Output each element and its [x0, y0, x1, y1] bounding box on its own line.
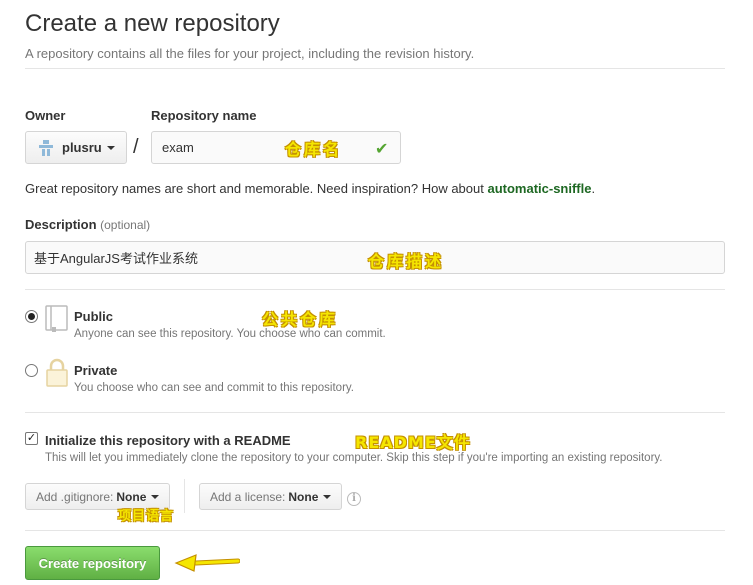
- description-value: 基于AngularJS考试作业系统: [34, 251, 198, 266]
- caret-down-icon: [106, 145, 115, 150]
- annotation-repo-name: 仓库名: [285, 140, 343, 159]
- divider: [184, 479, 185, 513]
- private-radio[interactable]: [25, 364, 38, 377]
- public-desc: Anyone can see this repository. You choo…: [74, 328, 386, 340]
- repo-name-value: exam: [162, 140, 194, 155]
- description-label-text: Description: [25, 217, 97, 232]
- owner-value: plusru: [62, 140, 102, 155]
- license-label: Add a license:: [210, 489, 286, 504]
- description-label: Description (optional): [25, 217, 150, 232]
- private-title: Private: [74, 363, 118, 378]
- readme-desc: This will let you immediately clone the …: [45, 452, 663, 464]
- owner-repo-separator: /: [133, 136, 139, 158]
- hint-suffix: .: [591, 181, 596, 196]
- owner-label: Owner: [25, 108, 66, 123]
- annotation-public: 公共仓库: [262, 310, 339, 329]
- caret-down-icon: [151, 494, 160, 499]
- optional-hint: (optional): [100, 218, 151, 232]
- page-subtitle: A repository contains all the files for …: [25, 46, 475, 61]
- readme-checkbox[interactable]: ✓: [25, 432, 38, 445]
- license-value: None: [288, 489, 319, 504]
- repo-book-icon: [45, 305, 68, 332]
- owner-select[interactable]: plusru: [25, 131, 127, 164]
- private-desc: You choose who can see and commit to thi…: [74, 382, 354, 394]
- check-icon: ✔: [375, 141, 389, 158]
- name-suggestion-link[interactable]: automatic-sniffle: [487, 181, 591, 196]
- gitignore-value: None: [116, 489, 147, 504]
- annotation-gitignore: 项目语言: [118, 509, 175, 524]
- divider: [25, 412, 725, 413]
- annotation-description: 仓库描述: [368, 252, 445, 271]
- arrow-left-icon: [174, 554, 240, 572]
- gitignore-label: Add .gitignore:: [36, 489, 114, 504]
- license-select[interactable]: Add a license: None: [199, 483, 343, 510]
- info-icon[interactable]: i: [347, 492, 361, 506]
- repo-name-hint: Great repository names are short and mem…: [25, 181, 595, 196]
- divider: [25, 68, 725, 69]
- public-radio[interactable]: [25, 310, 38, 323]
- repo-name-label: Repository name: [151, 108, 257, 123]
- caret-down-icon: [323, 494, 332, 499]
- page-title: Create a new repository: [25, 10, 280, 37]
- divider: [25, 530, 725, 531]
- divider: [25, 289, 725, 290]
- owner-avatar: [39, 139, 53, 156]
- create-repository-button[interactable]: Create repository: [25, 546, 160, 580]
- lock-icon: [46, 358, 68, 387]
- annotation-readme: README文件: [355, 433, 471, 452]
- public-title: Public: [74, 309, 114, 324]
- repo-name-input[interactable]: exam: [151, 131, 401, 164]
- hint-text: Great repository names are short and mem…: [25, 181, 488, 196]
- readme-title: Initialize this repository with a README: [45, 433, 291, 448]
